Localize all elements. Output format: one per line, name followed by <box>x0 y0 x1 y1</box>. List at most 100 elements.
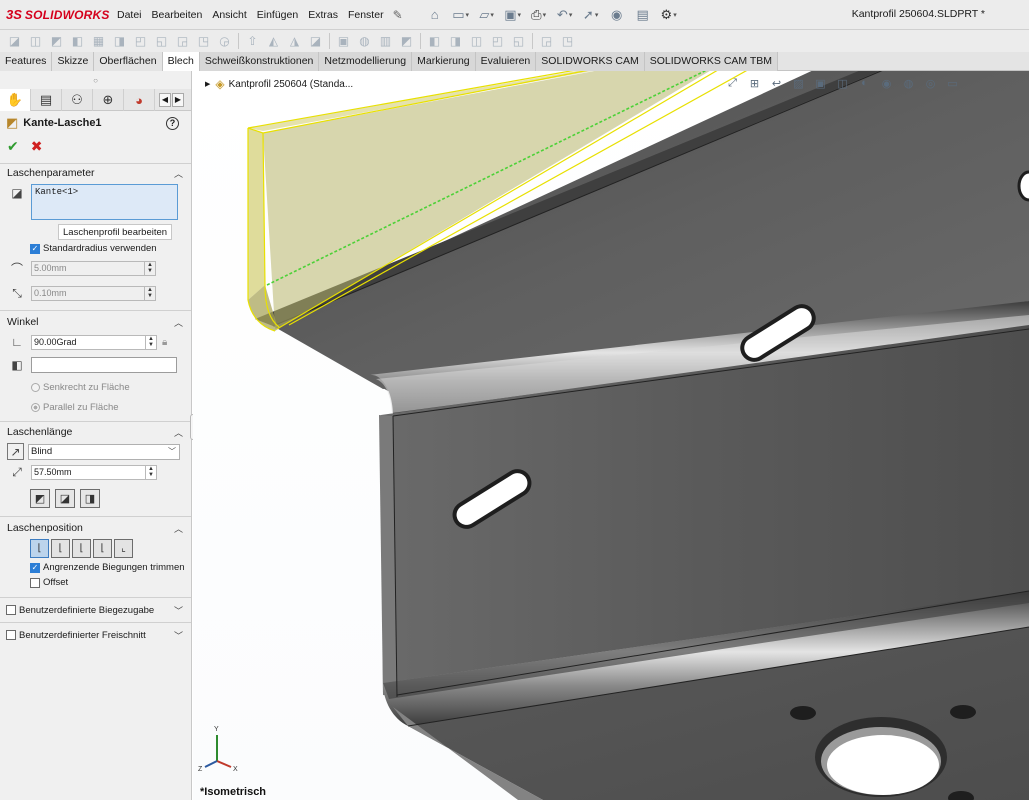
previous-view-icon[interactable]: ↩ <box>767 74 786 92</box>
display-manager-tab-icon[interactable]: ◕ <box>124 89 155 111</box>
fold-icon[interactable]: ◭ <box>263 32 284 50</box>
cross-break-icon[interactable]: ◱ <box>151 32 172 50</box>
tab-solidworks-cam-tbm[interactable]: SOLIDWORKS CAM TBM <box>644 52 779 71</box>
edit-appearance-icon[interactable]: ◍ <box>899 74 918 92</box>
bend-outside-icon[interactable]: ⌊ <box>72 539 91 558</box>
group-header-flange-length[interactable]: Laschenlänge ︿ <box>0 423 191 441</box>
graphics-viewport[interactable]: Y X Z ▶ ◈ Kantprofil 250604 (Standa... ⤢… <box>193 71 1029 800</box>
hide-show-items-icon[interactable]: ◉ <box>877 74 896 92</box>
menu-fenster[interactable]: Fenster <box>343 9 389 21</box>
outer-virtual-sharp-icon[interactable]: ◩ <box>30 489 50 508</box>
save-icon[interactable]: ▣ ▾ <box>501 5 525 25</box>
flatten-icon[interactable]: ◮ <box>284 32 305 50</box>
undo-icon[interactable]: ↶ ▾ <box>553 5 577 25</box>
section-view-icon[interactable]: ▨ <box>789 74 808 92</box>
group-header-flange-position[interactable]: Laschenposition ︿ <box>0 519 191 537</box>
flange-angle-field[interactable]: 90.00Grad ▲ ▼ <box>31 334 157 350</box>
menu-datei[interactable]: Datei <box>112 9 147 21</box>
solidworks-logo[interactable]: 3S SOLIDWORKS <box>0 7 112 22</box>
dynamic-annotation-icon[interactable]: ▣ <box>811 74 830 92</box>
flange-length-field[interactable]: 57.50mm ▲ ▼ <box>31 464 157 480</box>
scroll-right-icon[interactable]: ▶ <box>172 92 184 107</box>
base-flange-icon[interactable]: ◪ <box>4 32 25 50</box>
extruded-cut-icon[interactable]: ▣ <box>333 32 354 50</box>
gap-distance-field[interactable]: 0.10mm ▲ ▼ <box>31 285 156 301</box>
menu-ansicht[interactable]: Ansicht <box>207 9 251 21</box>
panel-grip-icon[interactable]: ○ <box>0 71 191 89</box>
tab-blech[interactable]: Blech <box>162 52 200 71</box>
reverse-direction-icon[interactable]: ↗ <box>7 443 24 460</box>
rip-icon[interactable]: ◩ <box>396 32 417 50</box>
file-properties-icon[interactable]: ▤ <box>631 5 655 25</box>
sketched-bend-icon[interactable]: ◰ <box>130 32 151 50</box>
insert-bends-icon[interactable]: ◧ <box>424 32 445 50</box>
perpendicular-radio[interactable] <box>31 383 40 392</box>
miter-flange-icon[interactable]: ▦ <box>88 32 109 50</box>
new-document-icon[interactable]: ▭ ▾ <box>449 5 473 25</box>
lock-icon[interactable]: 🔒︎ <box>162 337 167 348</box>
tab-schweisskonstruktionen[interactable]: Schweißkonstruktionen <box>199 52 320 71</box>
home-icon[interactable]: ⌂ <box>423 5 447 25</box>
feature-tree-flyout[interactable]: ▶ ◈ Kantprofil 250604 (Standa... <box>205 77 353 91</box>
tab-netzmodellierung[interactable]: Netzmodellierung <box>319 52 413 71</box>
menu-einfuegen[interactable]: Einfügen <box>252 9 303 21</box>
view-settings-icon[interactable]: ▭ <box>943 74 962 92</box>
view-orientation-icon[interactable]: ◫ <box>833 74 852 92</box>
select-cursor-icon[interactable]: ➚ ▾ <box>579 5 603 25</box>
thicken-icon[interactable]: ◲ <box>536 32 557 50</box>
custom-bend-allowance-checkbox[interactable] <box>6 605 16 615</box>
spin-arrows-icon[interactable]: ▲ ▼ <box>145 465 156 479</box>
lofted-bend-icon[interactable]: ◩ <box>46 32 67 50</box>
closed-corner-icon[interactable]: ◶ <box>214 32 235 50</box>
zoom-to-area-icon[interactable]: ⊞ <box>745 74 764 92</box>
reference-face-input[interactable] <box>31 357 177 373</box>
tangent-to-bend-icon[interactable]: ⌞ <box>114 539 133 558</box>
group-header-flange-parameters[interactable]: Laschenparameter ︿ <box>0 164 191 182</box>
unfold-icon[interactable]: ⇧ <box>242 32 263 50</box>
tab-slot-icon[interactable]: ◲ <box>172 32 193 50</box>
bend-radius-field[interactable]: 5.00mm ▲ ▼ <box>31 260 156 276</box>
custom-relief-checkbox[interactable] <box>6 630 16 640</box>
tab-oberflaechen[interactable]: Oberflächen <box>94 52 163 71</box>
open-folder-icon[interactable]: ▱ ▾ <box>475 5 499 25</box>
material-outside-icon[interactable]: ⌊ <box>51 539 70 558</box>
zoom-to-fit-icon[interactable]: ⤢ <box>723 74 742 92</box>
spin-arrows-icon[interactable]: ▲ ▼ <box>144 286 155 300</box>
options-gear-icon[interactable]: ⚙ ▾ <box>657 5 681 25</box>
inner-virtual-sharp-icon[interactable]: ◪ <box>55 489 75 508</box>
apply-scene-icon[interactable]: ◎ <box>921 74 940 92</box>
tangent-bend-icon[interactable]: ◨ <box>80 489 100 508</box>
configuration-manager-tab-icon[interactable]: ⚇ <box>62 89 93 111</box>
default-radius-checkbox[interactable]: ✓ <box>30 243 40 254</box>
cancel-x-icon[interactable]: ✖ <box>31 138 43 155</box>
property-manager-tab-icon[interactable]: ▤ <box>31 89 62 111</box>
dimxpert-manager-tab-icon[interactable]: ⊕ <box>93 89 124 111</box>
expand-arrow-icon[interactable]: ▶ <box>205 80 210 88</box>
convert-to-sheet-metal-icon[interactable]: ◫ <box>25 32 46 50</box>
scroll-left-icon[interactable]: ◀ <box>159 92 171 107</box>
menu-extras[interactable]: Extras <box>303 9 343 21</box>
spin-arrows-icon[interactable]: ▲ ▼ <box>145 335 156 349</box>
tab-evaluieren[interactable]: Evaluieren <box>475 52 537 71</box>
ok-checkmark-icon[interactable]: ✔ <box>7 138 19 155</box>
help-icon[interactable]: ? <box>166 116 179 130</box>
tab-solidworks-cam[interactable]: SOLIDWORKS CAM <box>536 52 645 71</box>
parallel-radio[interactable] <box>31 403 40 412</box>
print-icon[interactable]: ⎙ ▾ <box>527 5 551 25</box>
menu-bearbeiten[interactable]: Bearbeiten <box>147 9 208 21</box>
bend-from-virtual-sharp-icon[interactable]: ⌊ <box>93 539 112 558</box>
material-inside-icon[interactable]: ⌊ <box>30 539 49 558</box>
display-style-icon[interactable]: ◐ <box>855 74 874 92</box>
hem-icon[interactable]: ◨ <box>109 32 130 50</box>
offset-checkbox[interactable] <box>30 577 40 588</box>
corner-icon[interactable]: ◳ <box>193 32 214 50</box>
feature-manager-tab-icon[interactable]: ✋ <box>0 89 31 111</box>
vent-icon[interactable]: ▥ <box>375 32 396 50</box>
tab-features[interactable]: Features <box>0 52 53 71</box>
no-bends-icon[interactable]: ◪ <box>305 32 326 50</box>
group-custom-bend-allowance[interactable]: Benutzerdefinierte Biegezugabe ﹀ <box>0 597 191 622</box>
forming-tool-icon[interactable]: ◫ <box>466 32 487 50</box>
group-header-angle[interactable]: Winkel ︿ <box>0 313 191 331</box>
edge-selection-list[interactable]: Kante<1> <box>31 184 178 220</box>
gusset-icon[interactable]: ◰ <box>487 32 508 50</box>
